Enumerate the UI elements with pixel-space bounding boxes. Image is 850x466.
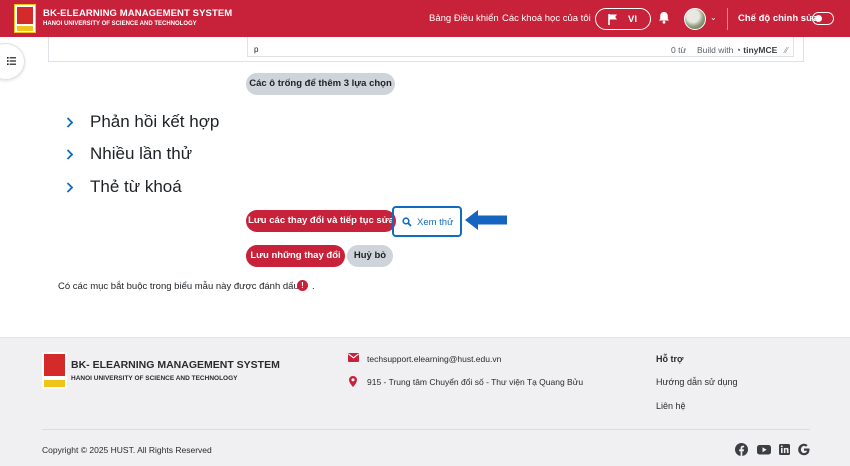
preview-button-label: Xem thử (417, 217, 454, 228)
footer-address: 915 - Trung tâm Chuyển đổi số - Thư viện… (367, 377, 584, 387)
chevron-right-icon (66, 117, 74, 128)
editor-word-count: 0 từ (671, 45, 687, 55)
footer-user-guide-link[interactable]: Hướng dẫn sử dụng (656, 377, 738, 387)
brand-title: BK-ELEARNING MANAGEMENT SYSTEM (43, 8, 233, 19)
footer-brand-title: BK- ELEARNING MANAGEMENT SYSTEM (71, 359, 280, 371)
linkedin-icon[interactable] (779, 443, 790, 456)
footer-brand-subtitle: HANOI UNIVERSITY OF SCIENCE AND TECHNOLO… (71, 375, 238, 382)
required-fields-note: Có các mục bắt buộc trong biểu mẫu này đ… (58, 281, 299, 292)
preview-button[interactable]: Xem thử (392, 206, 462, 237)
required-exclamation-icon: ! (297, 280, 308, 291)
navbar-divider (727, 8, 728, 30)
cancel-button[interactable]: Huỷ bỏ (347, 245, 393, 267)
chevron-right-icon (66, 149, 74, 160)
list-icon (7, 57, 16, 65)
facebook-icon[interactable] (735, 443, 748, 456)
brand-subtitle: HANOI UNIVERSITY OF SCIENCE AND TECHNOLO… (43, 21, 197, 27)
footer-divider (42, 429, 810, 430)
footer-support-heading: Hỗ trợ (656, 354, 684, 364)
rich-text-editor-statusbar[interactable]: p 0 từ Build with ◔ tinyMCE ⁄⁄ (247, 37, 794, 57)
notification-bell-icon[interactable] (658, 11, 670, 24)
annotation-arrow-icon (465, 210, 507, 230)
nav-my-courses-link[interactable]: Các khoá học của tôi (502, 13, 591, 24)
youtube-icon[interactable] (757, 443, 771, 456)
site-logo[interactable] (14, 4, 36, 33)
editor-element-path[interactable]: p (254, 45, 258, 54)
language-selector-button[interactable]: VI (595, 8, 651, 30)
save-and-continue-button[interactable]: Lưu các thay đổi và tiếp tục sửa (246, 210, 396, 232)
footer-copyright: Copyright © 2025 HUST. All Rights Reserv… (42, 445, 212, 455)
footer-email-link[interactable]: techsupport.elearning@hust.edu.vn (367, 354, 501, 364)
edit-mode-toggle[interactable] (812, 12, 834, 25)
nav-dashboard-link[interactable]: Bảng Điều khiển (429, 13, 499, 24)
top-navbar: BK-ELEARNING MANAGEMENT SYSTEM HANOI UNI… (0, 0, 850, 37)
chevron-right-icon (66, 182, 74, 193)
footer-logo (42, 352, 67, 389)
envelope-icon (348, 353, 359, 362)
language-code: VI (628, 14, 637, 25)
google-icon[interactable] (798, 443, 810, 456)
footer-contact-link[interactable]: Liên hệ (656, 401, 686, 411)
flag-icon (608, 14, 617, 25)
chevron-down-icon[interactable]: ⌄ (710, 13, 717, 22)
user-avatar[interactable] (684, 8, 706, 30)
editor-branding[interactable]: Build with ◔ tinyMCE (697, 45, 777, 55)
section-title: Nhiều lần thử (90, 144, 193, 163)
required-note-period: . (312, 281, 315, 292)
add-blank-choices-button[interactable]: Các ô trống để thêm 3 lựa chọn (246, 73, 395, 95)
page-footer: BK- ELEARNING MANAGEMENT SYSTEM HANOI UN… (0, 337, 850, 466)
edit-mode-label: Chế độ chỉnh sửa (738, 13, 819, 24)
search-icon (402, 217, 412, 227)
location-pin-icon (349, 376, 357, 387)
resize-handle-icon[interactable]: ⁄⁄ (785, 46, 788, 55)
course-index-drawer-button[interactable] (0, 43, 25, 80)
save-changes-button[interactable]: Lưu những thay đổi (246, 245, 345, 267)
section-title: Thẻ từ khoá (90, 177, 182, 196)
section-title: Phản hồi kết hợp (90, 112, 220, 131)
